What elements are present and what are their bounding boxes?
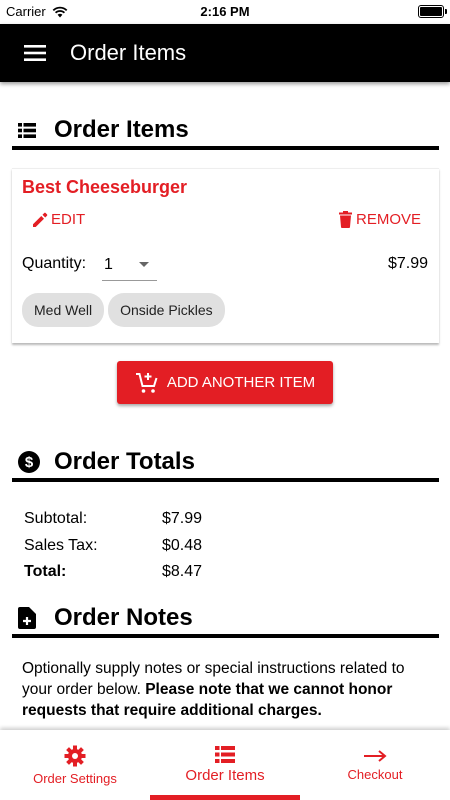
dollar-circle-icon: $: [18, 449, 44, 475]
app-bar-title: Order Items: [70, 40, 187, 65]
list-icon: [215, 746, 235, 763]
pencil-icon: [33, 212, 48, 227]
order-totals-heading: Order Totals: [54, 448, 195, 475]
order-notes-header: Order Notes: [12, 604, 439, 638]
list-icon: [18, 117, 44, 143]
hamburger-menu-icon: [24, 45, 46, 61]
status-time: 2:16 PM: [200, 4, 250, 19]
tab-checkout-label: Checkout: [347, 766, 403, 782]
subtotal-label: Subtotal:: [24, 510, 88, 528]
order-items-header: Order Items: [12, 116, 439, 150]
modifier-chips: Med Well Onside Pickles: [22, 293, 225, 327]
totals-table: Subtotal: $7.99 Sales Tax: $0.48 Total: …: [24, 506, 202, 586]
modifier-chip: Onside Pickles: [108, 293, 225, 327]
add-to-cart-icon: [135, 372, 158, 393]
bottom-navigation: Order Settings Order Items Checkout: [0, 730, 450, 800]
total-label: Total:: [24, 563, 67, 581]
add-another-item-button[interactable]: ADD ANOTHER ITEM: [117, 361, 333, 404]
quantity-select[interactable]: 1: [102, 249, 157, 281]
order-totals-header: $ Order Totals: [12, 448, 439, 482]
total-row: Total: $8.47: [24, 559, 202, 586]
main-content[interactable]: Order Items Best Cheeseburger EDIT REMOV…: [0, 82, 450, 730]
sales-tax-row: Sales Tax: $0.48: [24, 533, 202, 560]
note-add-icon: [18, 605, 44, 631]
add-another-item-label: ADD ANOTHER ITEM: [166, 374, 316, 391]
hamburger-menu-button[interactable]: [0, 24, 70, 82]
quantity-label: Quantity:: [22, 255, 87, 272]
subtotal-value: $7.99: [162, 510, 203, 528]
subtotal-row: Subtotal: $7.99: [24, 506, 202, 533]
remove-item-button[interactable]: REMOVE: [338, 211, 421, 228]
order-items-heading: Order Items: [54, 116, 189, 143]
status-bar: Carrier 2:16 PM: [0, 0, 450, 24]
item-name: Best Cheeseburger: [22, 177, 188, 197]
order-notes-heading: Order Notes: [54, 604, 193, 631]
order-item-card: Best Cheeseburger EDIT REMOVE Quantity: …: [12, 168, 439, 343]
quantity-value: 1: [104, 255, 113, 273]
remove-label: REMOVE: [355, 211, 421, 228]
modifier-chip: Med Well: [22, 293, 105, 327]
edit-item-button[interactable]: EDIT: [32, 211, 85, 228]
svg-text:$: $: [25, 454, 34, 471]
tab-order-items-label: Order Items: [185, 767, 265, 784]
caret-down-icon: [139, 262, 149, 267]
order-notes-description: Optionally supply notes or special instr…: [22, 658, 432, 721]
app-bar: Order Items: [0, 24, 450, 82]
total-value: $8.47: [162, 563, 203, 581]
trash-icon: [338, 211, 352, 228]
tab-order-settings-label: Order Settings: [33, 770, 117, 786]
gear-icon: [64, 745, 86, 766]
item-price: $7.99: [387, 255, 428, 272]
arrow-right-icon: [364, 749, 387, 762]
tab-order-items[interactable]: Order Items: [150, 730, 300, 800]
tab-checkout[interactable]: Checkout: [300, 730, 450, 800]
tab-order-settings[interactable]: Order Settings: [0, 730, 150, 800]
edit-label: EDIT: [51, 211, 86, 228]
battery-icon: [418, 5, 447, 18]
sales-tax-label: Sales Tax:: [24, 536, 98, 554]
sales-tax-value: $0.48: [162, 536, 203, 554]
